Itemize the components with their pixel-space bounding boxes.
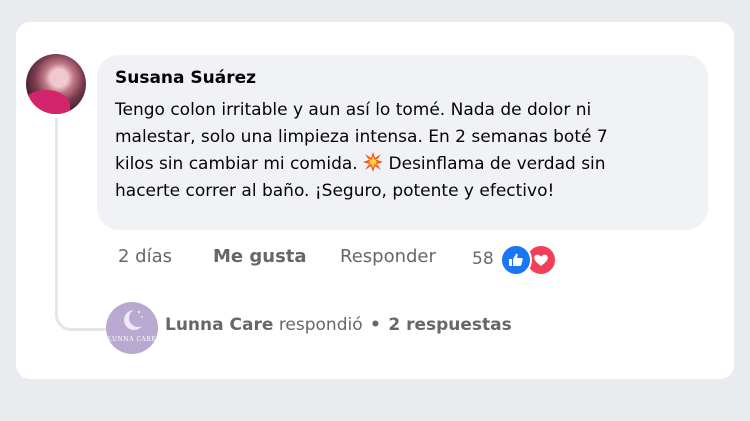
comment-text: Tengo colon irritable y aun así lo tomé.… [115,97,695,205]
collision-icon [363,152,384,172]
like-icon [500,244,532,276]
reply-author-avatar[interactable]: LUNNA CARE [106,302,158,354]
replies-count: 2 respuestas [388,315,512,335]
comment-timestamp[interactable]: 2 días [118,246,172,267]
like-button[interactable]: Me gusta [213,246,307,267]
separator-dot: • [370,315,381,335]
avatar-shirt [26,90,70,114]
view-replies-link[interactable]: Lunna Care respondió • 2 respuestas [165,315,512,335]
reaction-count[interactable]: 58 [472,249,494,269]
reply-button[interactable]: Responder [340,246,436,267]
avatar-brand-text: LUNNA CARE [107,336,157,343]
comment-bubble: Susana Suárez Tengo colon irritable y au… [97,55,708,230]
avatar[interactable] [26,54,86,114]
reply-author-name: Lunna Care [165,315,274,335]
comment-line-3-end: Desinflama de verdad sin [388,154,606,174]
comment-line-3-start: kilos sin cambiar mi comida. [115,154,358,174]
comment-line-3: kilos sin cambiar mi comida. Desinflama … [115,151,695,178]
comment-line-2: malestar, solo una limpieza intensa. En … [115,127,608,147]
reply-verb: respondió [278,315,363,335]
moon-icon [124,310,143,330]
comment-line-1: Tengo colon irritable y aun así lo tomé.… [115,100,592,120]
reactions[interactable] [500,244,560,276]
comment-line-4: hacerte correr al baño. ¡Seguro, potente… [115,181,555,201]
comment-author[interactable]: Susana Suárez [115,68,256,88]
